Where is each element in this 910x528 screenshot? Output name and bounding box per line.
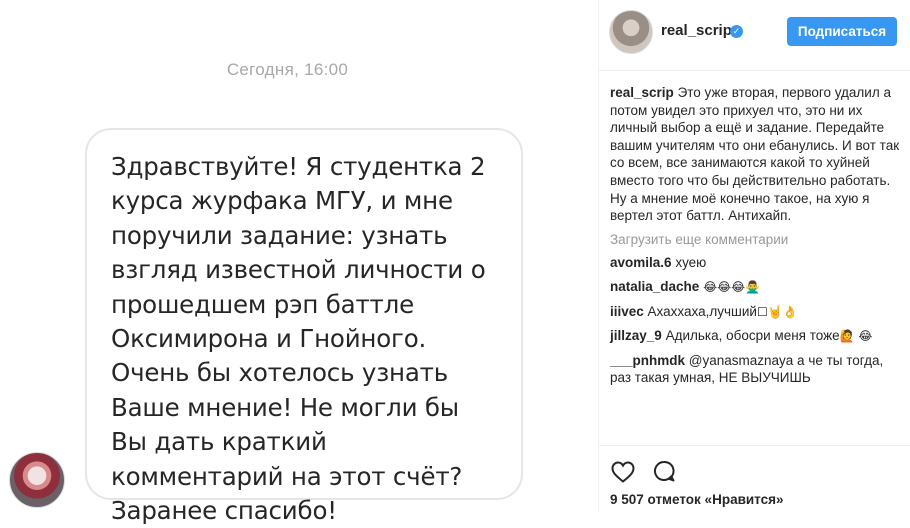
comment-icon[interactable]	[653, 460, 675, 482]
comment-username[interactable]: jillzay_9	[610, 328, 662, 343]
caption-username[interactable]: real_scrip	[610, 85, 674, 100]
post-header: real_scrip ✓ Подписаться	[599, 0, 910, 71]
heart-icon[interactable]	[611, 461, 635, 483]
comment-emoji: 🙋 😂	[839, 329, 873, 344]
dm-date-label: Сегодня, 16:00	[226, 60, 349, 79]
comment-item: natalia_dache 😂😂😂🙅‍♂️	[610, 278, 906, 297]
post-sidebar: real_scrip ✓ Подписаться real_scrip Это …	[599, 0, 910, 513]
dm-sender-avatar	[9, 452, 65, 508]
comment-text: Адилька, обосри меня тоже	[665, 328, 840, 344]
comment-emoji: ☐🤘👌	[756, 304, 798, 319]
author-avatar[interactable]	[609, 10, 653, 54]
comment-item: avomila.6 хуею	[610, 254, 906, 272]
dm-message-bubble: Здравствуйте! Я студентка 2 курса журфак…	[85, 128, 523, 525]
post-caption: real_scrip Это уже вторая, первого удали…	[610, 84, 906, 225]
post-image: Сегодня, 16:00 Здравствуйте! Я студентка…	[0, 0, 598, 525]
dm-message-text: Здравствуйте! Я студентка 2 курса журфак…	[111, 152, 486, 526]
comment-item: jillzay_9 Адилька, обосри меня тоже🙋 😂	[610, 327, 906, 346]
comment-item: iiivec Ахаххаха,лучший☐🤘👌	[610, 303, 906, 322]
comment-username[interactable]: avomila.6	[610, 255, 672, 270]
likes-count[interactable]: 9 507 отметок «Нравится»	[610, 492, 784, 507]
comment-username[interactable]: ___pnhmdk	[610, 353, 685, 368]
comment-username[interactable]: iiivec	[610, 304, 644, 319]
follow-button[interactable]: Подписаться	[787, 17, 897, 46]
comment-text: Ахаххаха,лучший	[647, 303, 757, 319]
comment-item: ___pnhmdk @yanasmaznaya а че ты тогда, р…	[610, 352, 906, 387]
comment-username[interactable]: natalia_dache	[610, 279, 699, 294]
author-username[interactable]: real_scrip	[661, 22, 732, 39]
caption-text: Это уже вторая, первого удалил а потом у…	[610, 85, 900, 224]
verified-badge-icon: ✓	[730, 25, 743, 38]
comment-text: хуею	[675, 255, 707, 271]
comments-list: real_scrip Это уже вторая, первого удали…	[610, 84, 906, 387]
load-more-comments-link[interactable]: Загрузить еще комментарии	[610, 231, 906, 249]
post-actions: 9 507 отметок «Нравится»	[599, 445, 910, 514]
comment-emoji: 😂😂😂🙅‍♂️	[703, 279, 761, 294]
